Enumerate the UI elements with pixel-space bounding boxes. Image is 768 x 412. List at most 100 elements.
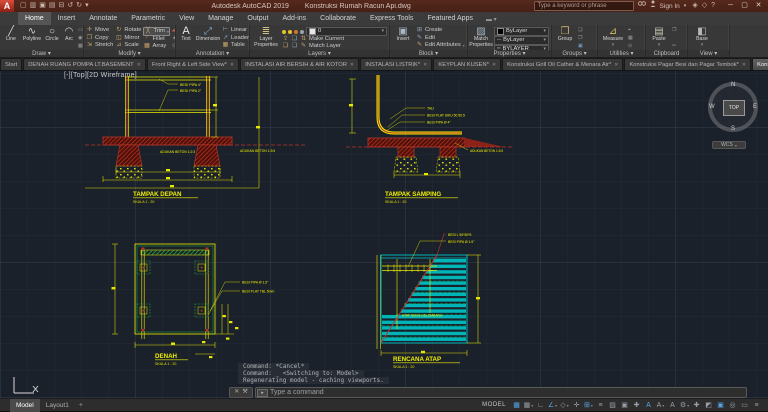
panel-title-modify[interactable]: Modify ▾ — [84, 50, 175, 57]
save-as-icon[interactable]: ▤ — [49, 0, 56, 12]
copy-tool[interactable]: ❐ Copy — [86, 35, 113, 42]
lineweight-icon[interactable]: ≡ — [595, 400, 606, 411]
leader-tool[interactable]: ↗Leader ▾ — [222, 35, 249, 42]
line-tool[interactable]: ╱ Line — [2, 26, 20, 50]
offset-icon[interactable]: ⊂ — [172, 42, 175, 49]
plot-icon[interactable]: ⊟ — [59, 0, 65, 12]
stretch-tool[interactable]: ⇲ Stretch — [86, 42, 113, 49]
command-line[interactable]: ✕ ⚒ ▸ Type a command — [229, 387, 747, 398]
file-tab-0[interactable]: Start — [0, 58, 23, 70]
object-snap-icon[interactable]: ⊞ ▾ — [583, 400, 594, 411]
maximize-button[interactable]: ▢ — [738, 0, 751, 12]
close-button[interactable]: ✕ — [752, 0, 765, 12]
ribbon-tab-add-ins[interactable]: Add-ins — [275, 12, 313, 25]
selection-cycling-icon[interactable]: ▣ — [619, 400, 630, 411]
create-block-tool[interactable]: ⊞ Create — [416, 27, 465, 34]
tab-close-icon[interactable]: ✕ — [137, 62, 141, 68]
ribbon-tab-home[interactable]: Home — [18, 12, 51, 25]
isometric-drafting-icon[interactable]: ◇ ▾ — [559, 400, 570, 411]
insert-tool[interactable]: ▣ Insert — [392, 26, 414, 50]
table-tool[interactable]: ▦ Table — [222, 42, 249, 49]
layer-dropdown[interactable]: 0 ▾ — [306, 27, 387, 36]
command-input[interactable]: ▸ Type a command — [255, 387, 747, 398]
panel-title-utilities[interactable]: Utilities ▾ — [598, 50, 645, 57]
ungroup-icon[interactable]: ❏ — [578, 27, 583, 33]
ribbon-tab-output[interactable]: Output — [240, 12, 275, 25]
snap-mode-icon[interactable]: ▦ ▾ — [523, 400, 534, 411]
edit-block-tool[interactable]: ✎ Edit — [416, 35, 465, 42]
layer-freeze-icon[interactable] — [288, 29, 292, 34]
new-icon[interactable]: ▢ — [20, 0, 27, 12]
transparency-icon[interactable]: ▨ — [607, 400, 618, 411]
scale-tool[interactable]: ⊿ Scale — [115, 42, 141, 49]
group-select-icon[interactable]: ▣ — [578, 43, 583, 49]
undo-icon[interactable]: ↺ — [67, 0, 73, 12]
group-tool[interactable]: ❒ Group — [554, 26, 576, 50]
ucs-icon[interactable] — [13, 377, 39, 394]
group-edit-icon[interactable]: ❐ — [578, 35, 583, 41]
file-tab-3[interactable]: INSTALASI AIR BERSIH & AIR KOTOR ✕ — [240, 58, 360, 70]
file-tab-4[interactable]: INSTALASI LISTRIK* ✕ — [360, 58, 433, 70]
drawing-denah[interactable]: BESI PIPA Ø 1.5" BESI PLAT TBL 5mm DENAH… — [111, 243, 275, 366]
minimize-button[interactable]: ─ — [724, 0, 737, 12]
quick-select-icon[interactable]: ⌖ — [628, 27, 633, 33]
lineweight-dropdown[interactable]: ─ ByLayer ▾ — [494, 36, 549, 45]
annotation-monitor-icon[interactable]: ✚ — [691, 400, 702, 411]
autocad-logo[interactable]: A — [0, 0, 14, 12]
dimension-tool[interactable]: ⤢ Dimension — [196, 26, 221, 50]
text-tool[interactable]: A Text — [178, 26, 194, 50]
command-wrench-icon[interactable]: ⚒ — [242, 388, 247, 397]
file-tab-6[interactable]: Konstruksi Grill Oil Cather & Menara Air… — [502, 58, 624, 70]
hatch-icon[interactable]: ▦▾ — [78, 43, 83, 49]
array-tool[interactable]: ▦ Array — [143, 43, 169, 50]
command-close-icon[interactable]: ✕ — [234, 388, 239, 397]
ribbon-display-toggle-icon[interactable]: ▬ ▾ — [480, 14, 503, 25]
open-icon[interactable]: ▥ — [30, 0, 37, 12]
file-tab-7[interactable]: Konstruksi Pagar Besi dan Pagar Tembok* ✕ — [624, 58, 752, 70]
drawing-tampak-depan[interactable]: BESI PIPA 4" BESI PIPA 2" ADUKAN BETON 1… — [85, 76, 305, 204]
ribbon-tab-express-tools[interactable]: Express Tools — [363, 12, 420, 25]
command-recent-icon[interactable]: ▸ — [257, 388, 268, 397]
color-dropdown[interactable]: ByLayer ▾ — [494, 27, 549, 36]
clean-screen-icon[interactable]: ▭ — [739, 400, 750, 411]
trim-tool[interactable]: ╳ Trim ▾ — [143, 27, 170, 36]
workspace-icon[interactable]: ⚙ ▾ — [679, 400, 690, 411]
sign-in-caret-icon[interactable]: ▾ — [684, 0, 687, 12]
file-tab-5[interactable]: KEYPLAN KUSEN* ✕ — [433, 58, 502, 70]
layer-lock-icon[interactable] — [294, 29, 298, 34]
fillet-tool[interactable]: ◜ Fillet — [143, 36, 169, 43]
make-current-tool[interactable]: ⇪ ❏ ⇅ Make Current — [282, 36, 387, 43]
redo-icon[interactable]: ↻ — [76, 0, 82, 12]
grid-icon[interactable]: ▦ — [511, 400, 522, 411]
tab-close-icon[interactable]: ✕ — [614, 62, 618, 68]
annotation-scale-icon[interactable]: A — [667, 400, 678, 411]
ribbon-tab-insert[interactable]: Insert — [51, 12, 83, 25]
layout1-tab[interactable]: Layout1 — [40, 399, 75, 412]
erase-icon[interactable]: ▰ — [172, 27, 175, 34]
keep-me-updated-icon[interactable]: ◈ — [692, 2, 697, 9]
paste-tool[interactable]: ▤ Paste ▾ — [648, 26, 670, 50]
app-store-icon[interactable]: ◇ — [702, 2, 707, 9]
ribbon-tab-parametric[interactable]: Parametric — [124, 12, 172, 25]
ribbon-tab-collaborate[interactable]: Collaborate — [313, 12, 363, 25]
new-layout-button[interactable]: + — [75, 402, 87, 409]
drawing-tampak-samping[interactable]: TALI BESI PLAT SIKU 50.50.5 BESI PIPA Ø … — [346, 75, 512, 204]
move-tool[interactable]: ✛ Move — [86, 27, 113, 34]
dynamic-input-icon[interactable]: ✚ — [631, 400, 642, 411]
search-input[interactable]: Type a keyword or phrase — [533, 1, 634, 11]
tab-close-icon[interactable]: ✕ — [492, 62, 496, 68]
quick-calc-icon[interactable]: ▦ — [628, 35, 633, 41]
copy-clip-icon[interactable]: ❐ — [672, 27, 676, 33]
annotation-autoscale-icon[interactable]: A ▾ — [655, 400, 666, 411]
tab-close-icon[interactable]: ✕ — [350, 62, 354, 68]
layer-on-icon[interactable] — [282, 29, 286, 34]
tab-close-icon[interactable]: ✕ — [230, 62, 234, 68]
mirror-tool[interactable]: ◫ Mirror — [115, 35, 141, 42]
ortho-icon[interactable]: ∟ — [535, 400, 546, 411]
file-tab-1[interactable]: DENAH RUANG POMPA LT.BASEMENT ✕ — [23, 58, 146, 70]
hardware-acceleration-icon[interactable]: ▣ — [715, 400, 726, 411]
isolate-objects-icon[interactable]: ◎ — [727, 400, 738, 411]
quick-properties-icon[interactable]: ◩ — [703, 400, 714, 411]
ribbon-tab-featured-apps[interactable]: Featured Apps — [420, 12, 480, 25]
layer-color-icon[interactable] — [300, 29, 304, 34]
